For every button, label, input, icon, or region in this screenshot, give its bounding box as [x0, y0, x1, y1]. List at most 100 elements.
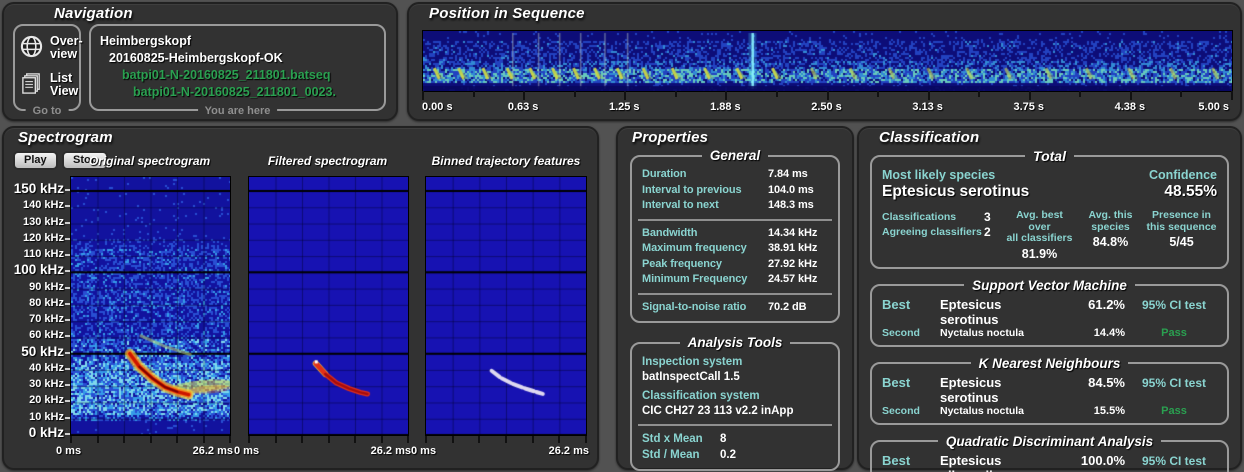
list-view-button[interactable]: List View [20, 72, 78, 98]
knn-legend: K Nearest Neighbours [978, 355, 1121, 371]
list-view-button-label: List View [50, 71, 79, 98]
overview-button[interactable]: Over- view [20, 35, 83, 61]
presence-stat: Presence in this sequence 5/45 [1146, 209, 1217, 249]
property-value: 38.91 kHz [768, 242, 818, 254]
best-percentage: 61.2% [1088, 296, 1125, 312]
goto-box: Over- view List View Go to [13, 24, 83, 117]
best-species: Eptesicus serotinus [940, 296, 1002, 327]
breadcrumb-session: 20160825-Heimbergskopf-OK [109, 51, 283, 65]
avg-best-value: 81.9% [1021, 246, 1058, 261]
time-tick [624, 91, 627, 100]
sequence-time-axis: 0.00 s 0.63 s 1.25 s 1.88 s 2.50 s 3.13 s 3.75… [409, 4, 1240, 119]
globe-icon [20, 35, 43, 61]
breadcrumb-call[interactable]: batpi01-N-20160825_211801_0023. [91, 84, 384, 101]
classifier-counts: Classifications 3 Agreeing classifiers 2 [882, 210, 1004, 240]
ms-tick [96, 436, 99, 443]
time-tick-label: 4.38 s [1114, 101, 1146, 113]
ms-end-label: 26.2 ms [370, 445, 411, 457]
bat-analysis-app: Navigation Over- view List View Go to He… [0, 0, 1244, 472]
confidence-value: 48.55% [1164, 183, 1217, 200]
property-label: Maximum frequency [642, 242, 747, 254]
goto-legend: Go to [25, 105, 69, 117]
divider [638, 424, 832, 426]
std-div-mean-value: 0.2 [720, 449, 736, 461]
time-tick-label: 0.63 s [507, 101, 539, 113]
ms-start-label: 0 ms [234, 445, 260, 457]
best-percentage: 100.0% [1080, 452, 1125, 468]
ms-tick [327, 436, 330, 443]
classification-system-label: Classification system [642, 390, 760, 402]
time-tick [826, 91, 829, 100]
breadcrumb-sequence[interactable]: batpi01-N-20160825_211801.batseq [91, 67, 384, 84]
classifications-label: Classifications [882, 211, 957, 223]
inspection-system-label: Inspection system [642, 356, 743, 368]
inspection-system-value: batInspectCall 1.5 [642, 371, 740, 383]
total-legend: Total [1033, 148, 1066, 164]
time-tick-label: 3.75 s [1013, 101, 1045, 113]
most-likely-species-value: Eptesicus serotinus [882, 183, 1030, 200]
ms-end-label: 26.2 ms [192, 445, 233, 457]
best-percentage: 84.5% [1088, 374, 1125, 390]
property-label: Peak frequency [642, 257, 722, 270]
overview-button-label: Over- view [50, 34, 83, 61]
svm-box: Support Vector Machine Best Eptesicus se… [870, 277, 1229, 347]
time-minor-tick [1180, 91, 1183, 97]
second-label: Second [882, 326, 920, 339]
time-tick [927, 91, 930, 100]
second-percentage: 15.5% [1093, 404, 1125, 417]
ci-test-result: Pass [1161, 326, 1187, 339]
list-pages-icon [20, 72, 43, 98]
avg-species-stat: Avg. this species 84.8% [1075, 209, 1146, 249]
svm-legend: Support Vector Machine [972, 277, 1127, 293]
breadcrumb-site: Heimbergskopf [100, 34, 191, 48]
knn-box: K Nearest Neighbours Best Eptesicus sero… [870, 355, 1229, 425]
second-percentage: 14.4% [1093, 326, 1125, 339]
properties-panel-title: Properties [632, 129, 709, 146]
property-value: 7.84 ms [768, 168, 808, 180]
confidence-label: Confidence [1148, 168, 1217, 182]
ms-tick [425, 436, 427, 443]
ms-tick [149, 436, 152, 443]
ms-tick [380, 436, 383, 443]
ms-tick [301, 436, 303, 443]
ms-tick [531, 436, 534, 443]
time-minor-tick [573, 91, 576, 97]
avg-best-stat: Avg. best over all classifiers 81.9% [1004, 209, 1075, 261]
ms-tick [229, 436, 231, 443]
time-tick-label: 5.00 s [1198, 101, 1229, 113]
you-are-here-legend: You are here [197, 105, 278, 117]
spectrogram-time-axis: 0 ms 26.2 ms 0 ms 26.2 ms 0 ms 26.2 ms [4, 128, 597, 468]
ci-test-label: 95% CI test [1141, 297, 1207, 312]
position-in-sequence-panel: Position in Sequence 0.00 s 0.63 s 1.25 s1… [407, 2, 1242, 121]
time-tick [422, 91, 424, 100]
property-label: Bandwidth [642, 226, 698, 239]
best-label: Best [882, 452, 911, 468]
time-tick [523, 91, 526, 100]
properties-panel: Properties General Duration 7.84 ms Inter… [616, 126, 854, 471]
property-label: Minimum Frequency [642, 273, 748, 285]
best-label: Best [882, 296, 911, 312]
time-tick-label: 1.88 s [710, 101, 741, 113]
time-minor-tick [674, 91, 677, 97]
time-minor-tick [775, 91, 778, 97]
ms-tick [505, 436, 507, 443]
agreeing-classifiers-label: Agreeing classifiers [882, 226, 982, 238]
analysis-tools-box: Analysis Tools Inspection system batInsp… [630, 335, 840, 471]
most-likely-species-label: Most likely species [882, 168, 996, 182]
time-tick-label: 3.13 s [912, 101, 943, 113]
avg-species-value: 84.8% [1092, 235, 1129, 249]
std-x-mean-label: Std x Mean [642, 433, 703, 445]
best-species: Eptesicus serotinus [940, 374, 1002, 405]
ms-tick [558, 436, 561, 443]
time-minor-tick [1079, 91, 1082, 97]
time-tick [1231, 91, 1233, 100]
second-label: Second [882, 404, 920, 417]
property-value: 24.57 kHz [768, 273, 818, 285]
classification-system-value: CIC CH27 23 113 v2.2 inApp [642, 405, 794, 417]
spectrogram-panel: Spectrogram Play Stop Original spectrogr… [2, 126, 599, 470]
navigation-panel-title: Navigation [54, 5, 133, 22]
divider [638, 218, 832, 221]
time-tick-label: 2.50 s [811, 101, 842, 113]
time-minor-tick [978, 91, 981, 97]
time-tick [1028, 91, 1031, 100]
